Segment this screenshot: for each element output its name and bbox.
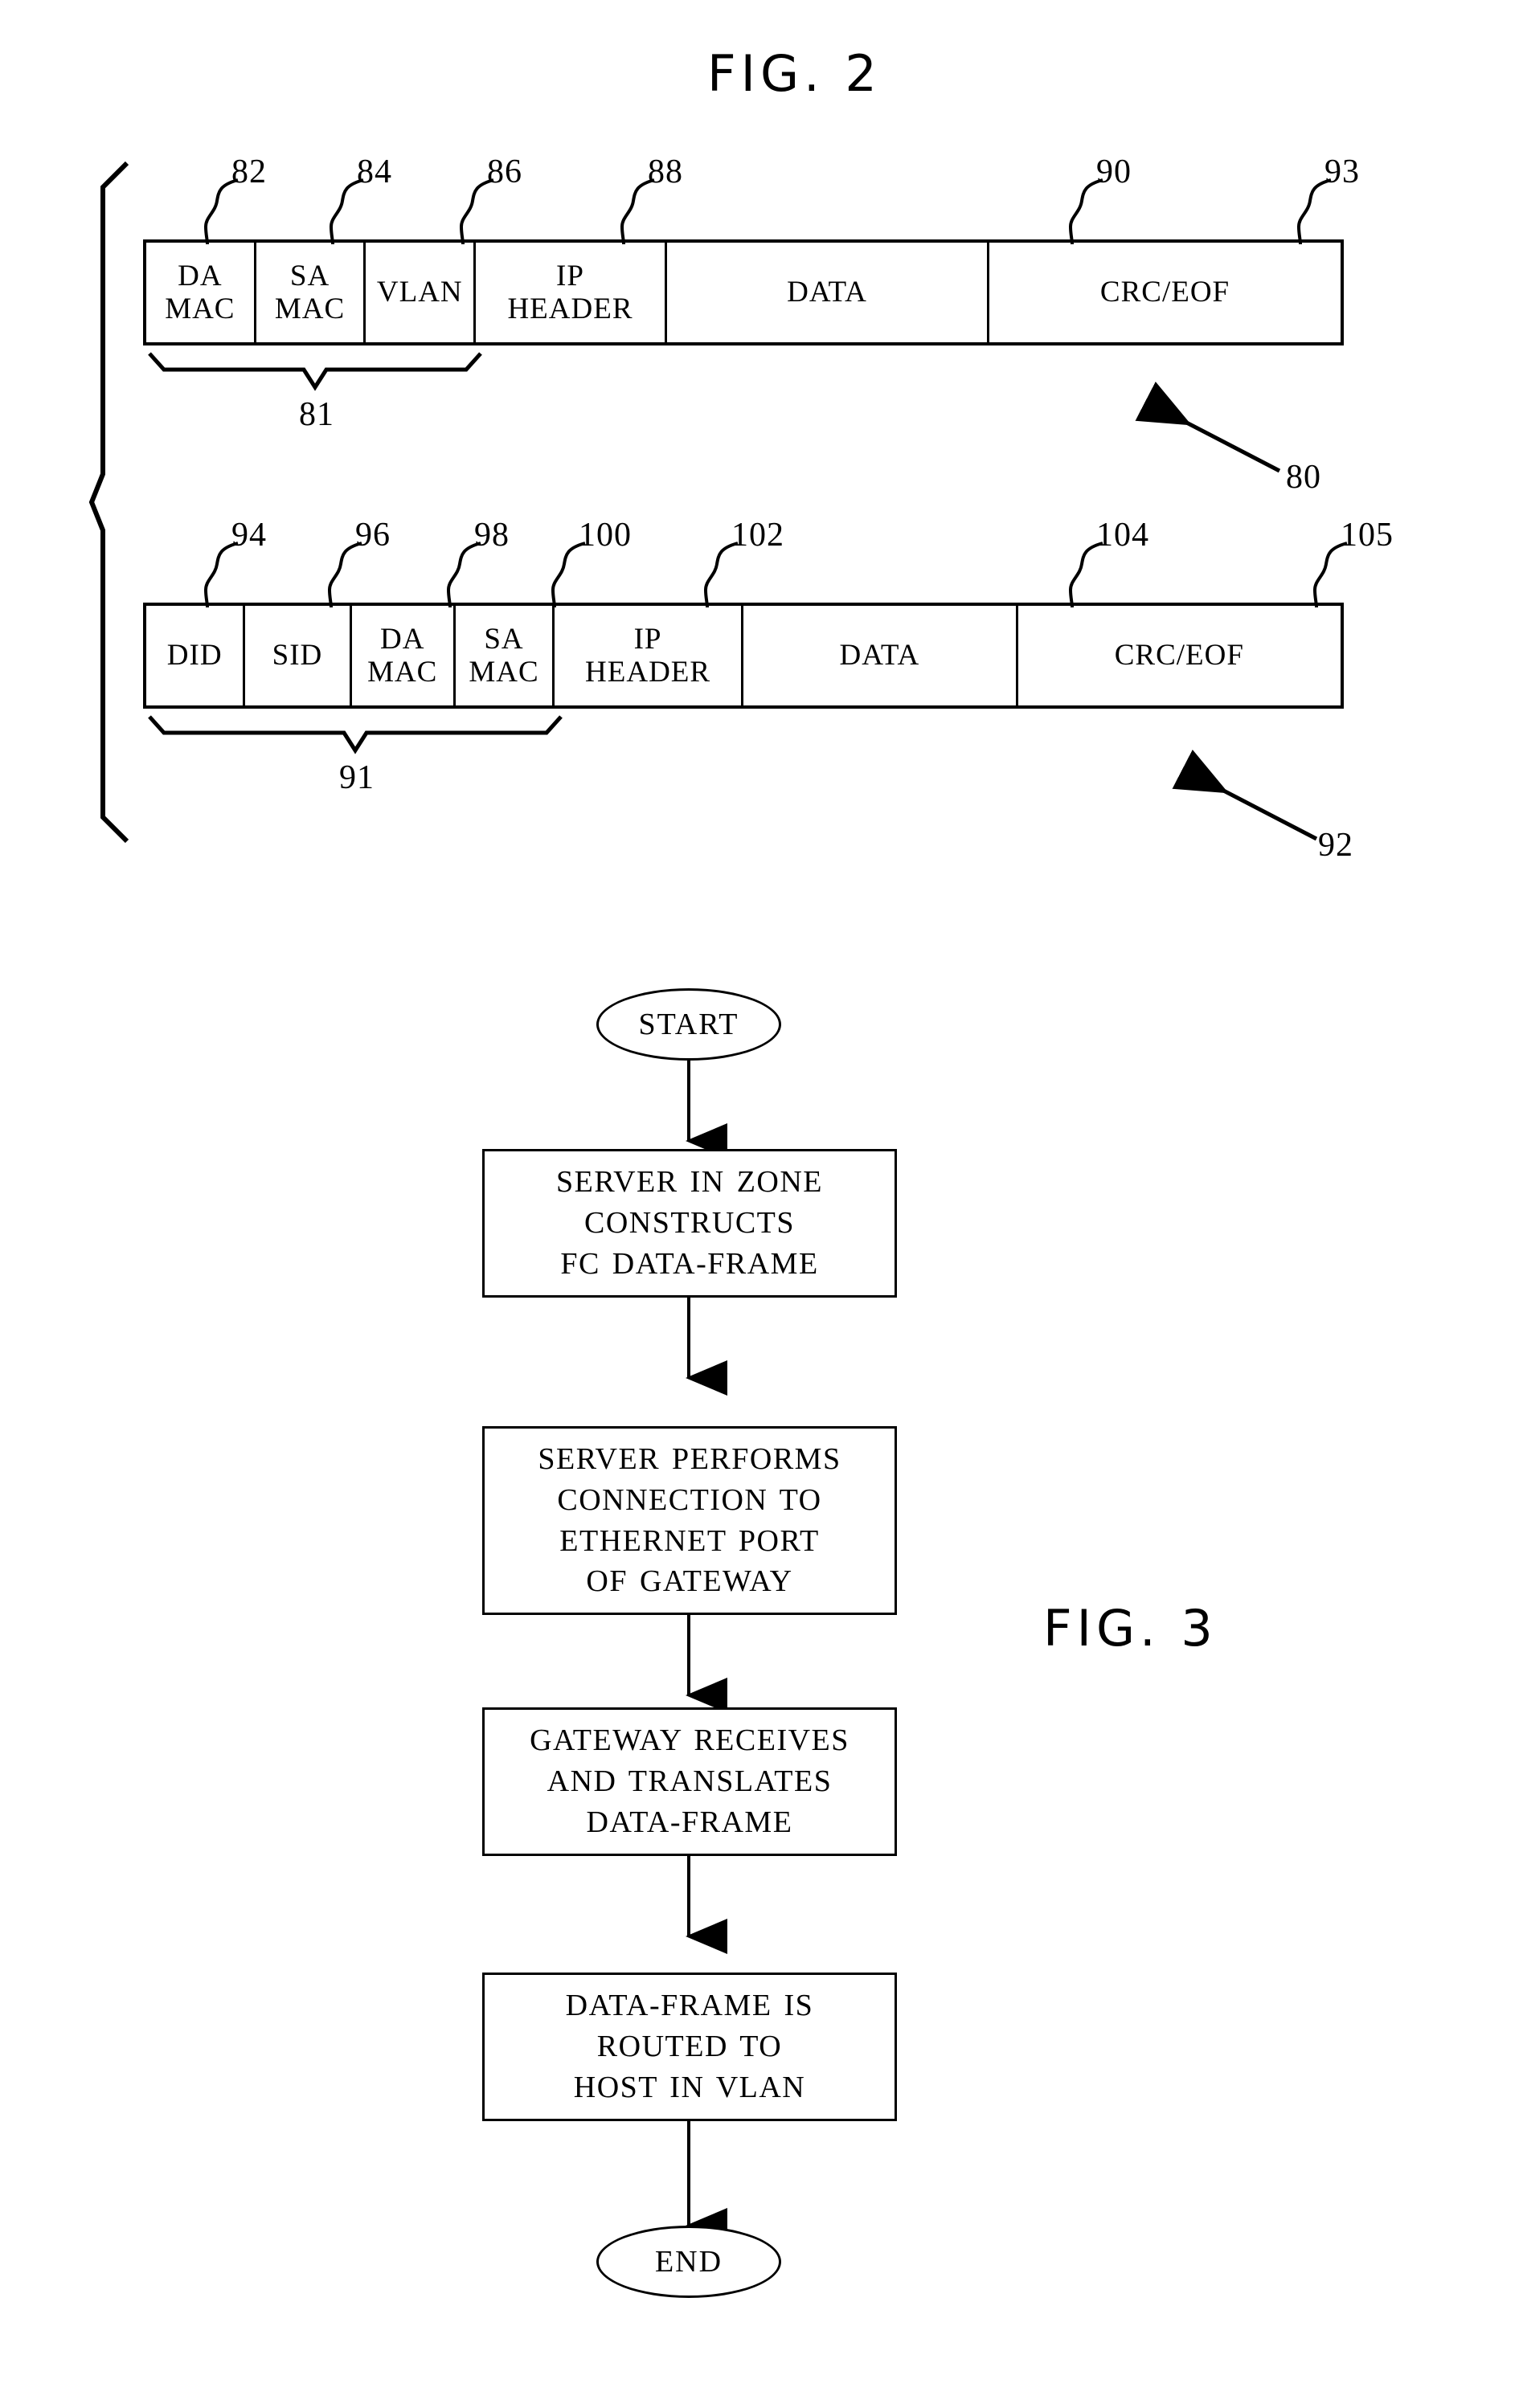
flow-node-start: START	[596, 988, 781, 1061]
brace-label-91: 91	[339, 759, 375, 796]
flow-node-step3-label: GATEWAY RECEIVES AND TRANSLATES DATA-FRA…	[530, 1723, 850, 1839]
flow-node-step2: SERVER PERFORMS CONNECTION TO ETHERNET P…	[482, 1426, 897, 1615]
flow-node-step4-label: DATA-FRAME IS ROUTED TO HOST IN VLAN	[565, 1989, 814, 2104]
flow-node-step1: SERVER IN ZONE CONSTRUCTS FC DATA-FRAME	[482, 1149, 897, 1298]
field-sid: SID	[245, 606, 352, 705]
callout-84: 84	[357, 153, 392, 190]
callout-105: 105	[1341, 517, 1394, 554]
brace-91	[148, 715, 563, 754]
field-vlan: VLAN	[366, 243, 477, 342]
field-data-fc: DATA	[743, 606, 1018, 705]
callout-88: 88	[648, 153, 683, 190]
connector-step3-to-step4	[686, 1856, 727, 1954]
connector-step4-to-end	[686, 2121, 727, 2243]
callout-98: 98	[474, 517, 510, 554]
field-did: DID	[146, 606, 246, 705]
callout-96: 96	[355, 517, 391, 554]
field-ip-header-fc: IP HEADER	[555, 606, 743, 705]
flow-node-end: END	[596, 2226, 781, 2298]
flow-node-step1-label: SERVER IN ZONE CONSTRUCTS FC DATA-FRAME	[555, 1165, 824, 1281]
flow-node-end-label: END	[654, 2245, 723, 2279]
callout-90: 90	[1096, 153, 1132, 190]
callout-104: 104	[1096, 517, 1149, 554]
callout-94: 94	[231, 517, 267, 554]
callout-93: 93	[1324, 153, 1360, 190]
field-ip-header: IP HEADER	[476, 243, 667, 342]
connector-start-to-step1	[686, 1061, 727, 1159]
field-da-mac-fc: DA MAC	[352, 606, 456, 705]
reference-arrow-80	[1135, 381, 1281, 473]
field-data: DATA	[667, 243, 990, 342]
callout-100: 100	[579, 517, 632, 554]
field-crc-eof-fc: CRC/EOF	[1114, 639, 1244, 673]
brace-label-81: 81	[299, 396, 334, 433]
ethernet-frame-80: DA MAC SA MAC VLAN IP HEADER DATA CRC/EO…	[143, 239, 1344, 345]
field-sa-mac-fc: SA MAC	[456, 606, 555, 705]
fc-frame-92: DID SID DA MAC SA MAC IP HEADER DATA CRC…	[143, 603, 1344, 709]
field-sa-mac: SA MAC	[256, 243, 366, 342]
field-crc-eof: CRC/EOF	[1099, 276, 1230, 309]
flow-node-step3: GATEWAY RECEIVES AND TRANSLATES DATA-FRA…	[482, 1707, 897, 1856]
callout-82: 82	[231, 153, 267, 190]
flow-node-step2-label: SERVER PERFORMS CONNECTION TO ETHERNET P…	[538, 1441, 841, 1599]
callout-102: 102	[731, 517, 784, 554]
flow-node-step4: DATA-FRAME IS ROUTED TO HOST IN VLAN	[482, 1973, 897, 2121]
callout-86: 86	[487, 153, 522, 190]
connector-step2-to-step3	[686, 1615, 727, 1713]
reference-label-80: 80	[1286, 459, 1321, 496]
figure-3-title: FIG. 3	[1043, 1599, 1218, 1658]
flow-node-start-label: START	[638, 1008, 739, 1041]
figure-2-title: FIG. 2	[707, 44, 882, 103]
reference-label-92: 92	[1318, 827, 1353, 864]
brace-81	[148, 352, 482, 391]
field-da-mac: DA MAC	[146, 243, 256, 342]
connector-step1-to-step2	[686, 1298, 727, 1396]
